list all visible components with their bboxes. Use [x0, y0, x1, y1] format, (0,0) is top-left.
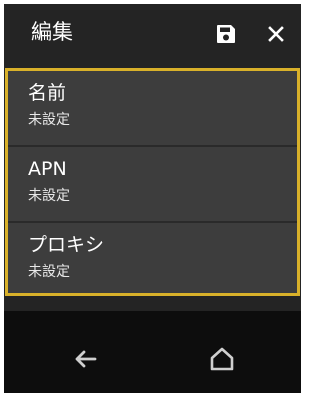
- navigation-bar: [4, 311, 301, 393]
- list-item-apn[interactable]: APN 未設定: [8, 147, 297, 221]
- item-value: 未設定: [28, 188, 70, 204]
- save-icon: [217, 25, 235, 43]
- close-button[interactable]: [264, 22, 288, 46]
- page-title: 編集: [31, 20, 73, 44]
- home-button[interactable]: [206, 343, 238, 375]
- back-button[interactable]: [70, 344, 100, 374]
- item-value: 未設定: [28, 264, 70, 280]
- list-item-proxy[interactable]: プロキシ 未設定: [8, 223, 297, 293]
- back-arrow-icon: [75, 350, 97, 368]
- list-item-name[interactable]: 名前 未設定: [8, 71, 297, 145]
- item-title: APN: [28, 158, 67, 180]
- close-icon: [268, 26, 284, 42]
- home-icon: [210, 347, 234, 371]
- item-title: 名前: [28, 82, 67, 104]
- item-title: プロキシ: [28, 234, 105, 256]
- device-screen: 編集 名前 未設定 APN 未設定 プロキシ 未設定: [4, 4, 301, 393]
- settings-list: 名前 未設定 APN 未設定 プロキシ 未設定: [5, 68, 300, 296]
- app-bar: 編集: [4, 4, 301, 60]
- save-button[interactable]: [214, 22, 238, 46]
- item-value: 未設定: [28, 112, 70, 128]
